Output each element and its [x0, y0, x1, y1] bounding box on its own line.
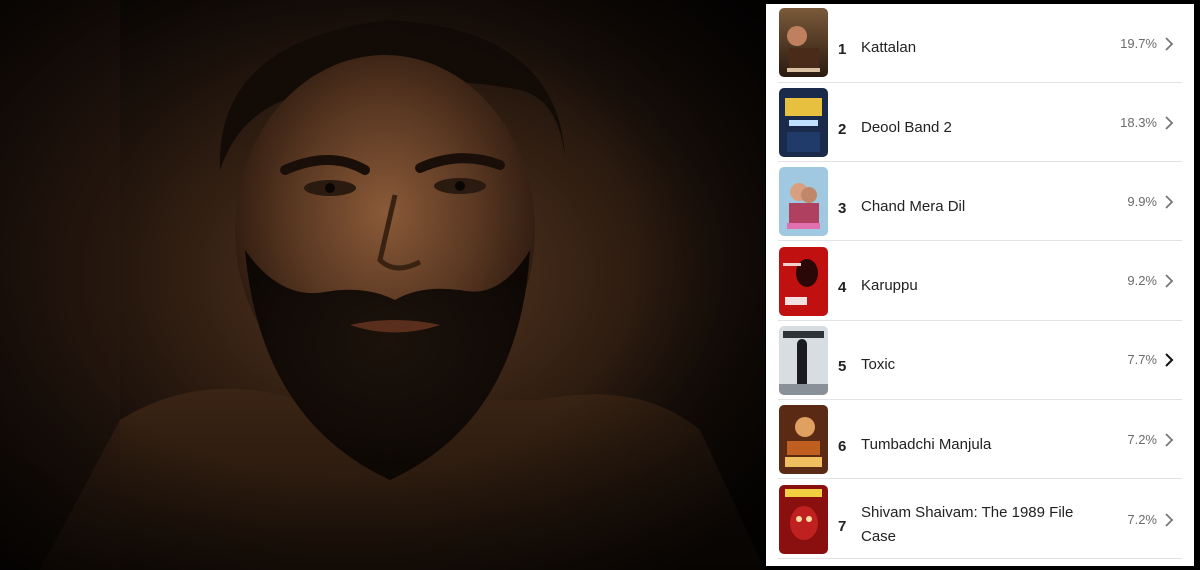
- list-item-5[interactable]: 5 Toxic 7.7%: [766, 321, 1194, 400]
- row-divider: [778, 478, 1182, 479]
- poster-thumbnail: [779, 485, 828, 554]
- chevron-right-icon: [1165, 274, 1174, 288]
- vote-percentage: 9.2%: [1127, 273, 1157, 288]
- rank-number: 6: [838, 438, 847, 455]
- chevron-right-icon: [1165, 116, 1174, 130]
- poster-thumbnail: [779, 88, 828, 157]
- list-item-1[interactable]: 1 Kattalan 19.7%: [766, 4, 1194, 83]
- list-item-2[interactable]: 2 Deool Band 2 18.3%: [766, 83, 1194, 162]
- vote-percentage: 7.2%: [1127, 512, 1157, 527]
- chevron-right-icon: [1165, 513, 1174, 527]
- rank-number: 5: [838, 358, 847, 375]
- movie-title: Deool Band 2: [861, 119, 952, 136]
- chevron-right-icon: [1165, 37, 1174, 51]
- poster-thumbnail: [779, 247, 828, 316]
- movie-still-photo: [0, 0, 765, 570]
- row-divider: [778, 558, 1182, 559]
- movie-title: Chand Mera Dil: [861, 198, 966, 215]
- movie-title: Toxic: [861, 356, 896, 373]
- vote-percentage: 7.7%: [1127, 352, 1157, 367]
- row-divider: [778, 240, 1182, 241]
- vote-percentage: 18.3%: [1120, 115, 1157, 130]
- vote-percentage: 7.2%: [1127, 432, 1157, 447]
- list-item-3[interactable]: 3 Chand Mera Dil 9.9%: [766, 162, 1194, 241]
- chevron-right-icon: [1165, 195, 1174, 209]
- list-item-6[interactable]: 6 Tumbadchi Manjula 7.2%: [766, 400, 1194, 479]
- rank-number: 1: [838, 41, 847, 58]
- poster-thumbnail: [779, 326, 828, 395]
- movie-title: Karuppu: [861, 277, 918, 294]
- rank-number: 7: [838, 518, 847, 535]
- rank-number: 4: [838, 279, 847, 296]
- vote-percentage: 9.9%: [1127, 194, 1157, 209]
- poster-thumbnail: [779, 167, 828, 236]
- chevron-right-icon: [1165, 353, 1174, 367]
- vote-percentage: 19.7%: [1120, 36, 1157, 51]
- rank-number: 2: [838, 121, 847, 138]
- chevron-right-icon: [1165, 433, 1174, 447]
- movie-title: Kattalan: [861, 39, 917, 56]
- ranking-list-panel: 1 Kattalan 19.7% 2 Deool Band 2 18.3% 3 …: [766, 4, 1194, 566]
- list-item-7[interactable]: 7 Shivam Shaivam: The 1989 File Case 7.2…: [766, 480, 1194, 559]
- movie-title: Tumbadchi Manjula: [861, 436, 992, 453]
- movie-title: Shivam Shaivam: The 1989 File Case: [861, 504, 1074, 545]
- list-item-4[interactable]: 4 Karuppu 9.2%: [766, 242, 1194, 321]
- poster-thumbnail: [779, 405, 828, 474]
- poster-thumbnail: [779, 8, 828, 77]
- rank-number: 3: [838, 200, 847, 217]
